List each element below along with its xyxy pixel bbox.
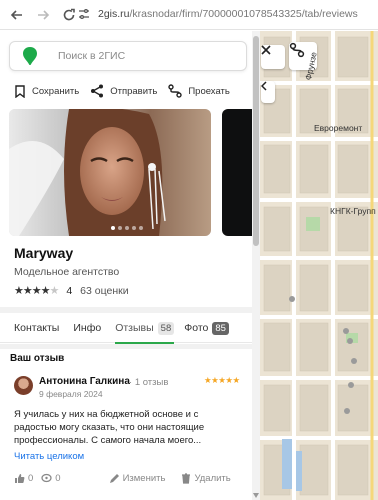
save-button[interactable]: Сохранить	[14, 84, 80, 98]
reload-icon[interactable]	[58, 4, 80, 26]
tab-contacts[interactable]: Контакты	[14, 314, 59, 343]
tab-reviews[interactable]: Отзывы 58	[115, 314, 175, 344]
panel-scrollbar[interactable]	[252, 31, 260, 500]
address-bar[interactable]: 2gis.ru/krasnodar/firm/70000001078543325…	[78, 3, 378, 25]
collapse-panel-button[interactable]	[261, 81, 275, 103]
edit-label: Изменить	[122, 473, 166, 484]
scrollbar-thumb[interactable]	[253, 36, 259, 246]
scroll-down-arrow-icon[interactable]	[253, 493, 259, 498]
tab-info[interactable]: Инфо	[73, 314, 101, 343]
comments-button[interactable]: 0	[41, 473, 61, 484]
comment-icon	[41, 473, 52, 483]
url-domain: 2gis.ru	[98, 8, 130, 20]
next-photo-preview[interactable]	[222, 109, 252, 236]
bookmark-icon	[15, 84, 25, 98]
map-canvas	[260, 31, 378, 500]
review-author[interactable]: Антонина Галкина	[39, 376, 130, 387]
search-input[interactable]: Поиск в 2ГИС	[58, 50, 125, 62]
browser-toolbar: 2gis.ru/krasnodar/firm/70000001078543325…	[0, 0, 378, 30]
tab-contacts-label: Контакты	[14, 322, 60, 334]
route-icon	[168, 84, 183, 98]
like-button[interactable]: 0	[14, 473, 33, 484]
map-poi-label: Евроремонт	[314, 123, 363, 133]
rating-stars: ★★★★★	[14, 285, 59, 297]
ratings-count[interactable]: 63 оценки	[80, 285, 128, 297]
company-category[interactable]: Модельное агентство	[14, 266, 119, 278]
read-more-link[interactable]: Читать целиком	[14, 451, 84, 462]
tab-photos[interactable]: Фото 85	[184, 314, 229, 343]
trash-icon	[182, 473, 191, 484]
author-review-count-text: 1 отзыв	[134, 377, 169, 388]
tab-info-label: Инфо	[73, 322, 102, 334]
delete-review-button[interactable]: Удалить	[181, 473, 231, 484]
avatar	[14, 376, 33, 395]
company-photo[interactable]	[9, 109, 211, 236]
pencil-icon	[109, 474, 119, 483]
close-icon	[261, 45, 271, 55]
map[interactable]: Фрунзе Евроремонт КНГК-Групп	[260, 31, 378, 500]
rating-value: 4	[66, 284, 73, 297]
save-label: Сохранить	[32, 85, 80, 97]
route-icon	[289, 42, 305, 58]
chevron-left-icon	[261, 81, 267, 91]
action-bar: Сохранить Отправить Проехать	[14, 84, 241, 98]
back-icon[interactable]	[6, 4, 28, 26]
review-footer: 0 0 Изменить Удалить	[14, 473, 249, 484]
2gis-logo-icon	[23, 47, 37, 66]
carousel-dots	[111, 226, 146, 230]
forward-icon[interactable]	[32, 4, 54, 26]
comments-count: 0	[55, 473, 61, 484]
share-label: Отправить	[110, 85, 158, 97]
author-review-count: · 1 отзыв	[129, 377, 168, 388]
photos-count-badge: 85	[212, 321, 229, 335]
close-panel-button[interactable]	[261, 45, 285, 69]
review-date: 9 февраля 2024	[39, 389, 103, 399]
delete-label: Удалить	[194, 473, 231, 484]
divider	[0, 307, 252, 313]
route-button[interactable]: Проехать	[168, 84, 230, 98]
likes-count: 0	[28, 473, 34, 484]
your-review-title: Ваш отзыв	[10, 353, 65, 364]
reviews-count-badge: 58	[157, 321, 175, 335]
tab-photos-label: Фото	[184, 322, 209, 334]
divider	[0, 344, 252, 349]
review-stars: ★★★★★	[204, 375, 240, 385]
tab-bar: Контакты Инфо Отзывы 58 Фото 85	[0, 314, 252, 344]
route-label: Проехать	[188, 85, 230, 97]
tab-reviews-label: Отзывы	[115, 322, 154, 334]
map-poi-label: КНГК-Групп	[330, 206, 376, 216]
edit-review-button[interactable]: Изменить	[109, 473, 166, 484]
company-name: Maryway	[14, 245, 74, 261]
place-card-panel: Поиск в 2ГИС Сохранить Отправить Проехат…	[0, 31, 252, 500]
share-icon	[91, 84, 104, 98]
url-text: 2gis.ru/krasnodar/firm/70000001078543325…	[98, 8, 358, 20]
review-text: Я училась у них на бюджетной основе и с …	[14, 409, 205, 446]
thumbs-up-icon	[15, 474, 25, 483]
site-settings-icon[interactable]	[78, 8, 90, 20]
model-portrait-image	[9, 109, 211, 236]
share-button[interactable]: Отправить	[90, 84, 157, 98]
search-box[interactable]: Поиск в 2ГИС	[9, 41, 247, 71]
company-rating: ★★★★★ 4 63 оценки	[14, 284, 129, 298]
url-path: /krasnodar/firm/70000001078543325/tab/re…	[129, 8, 358, 20]
